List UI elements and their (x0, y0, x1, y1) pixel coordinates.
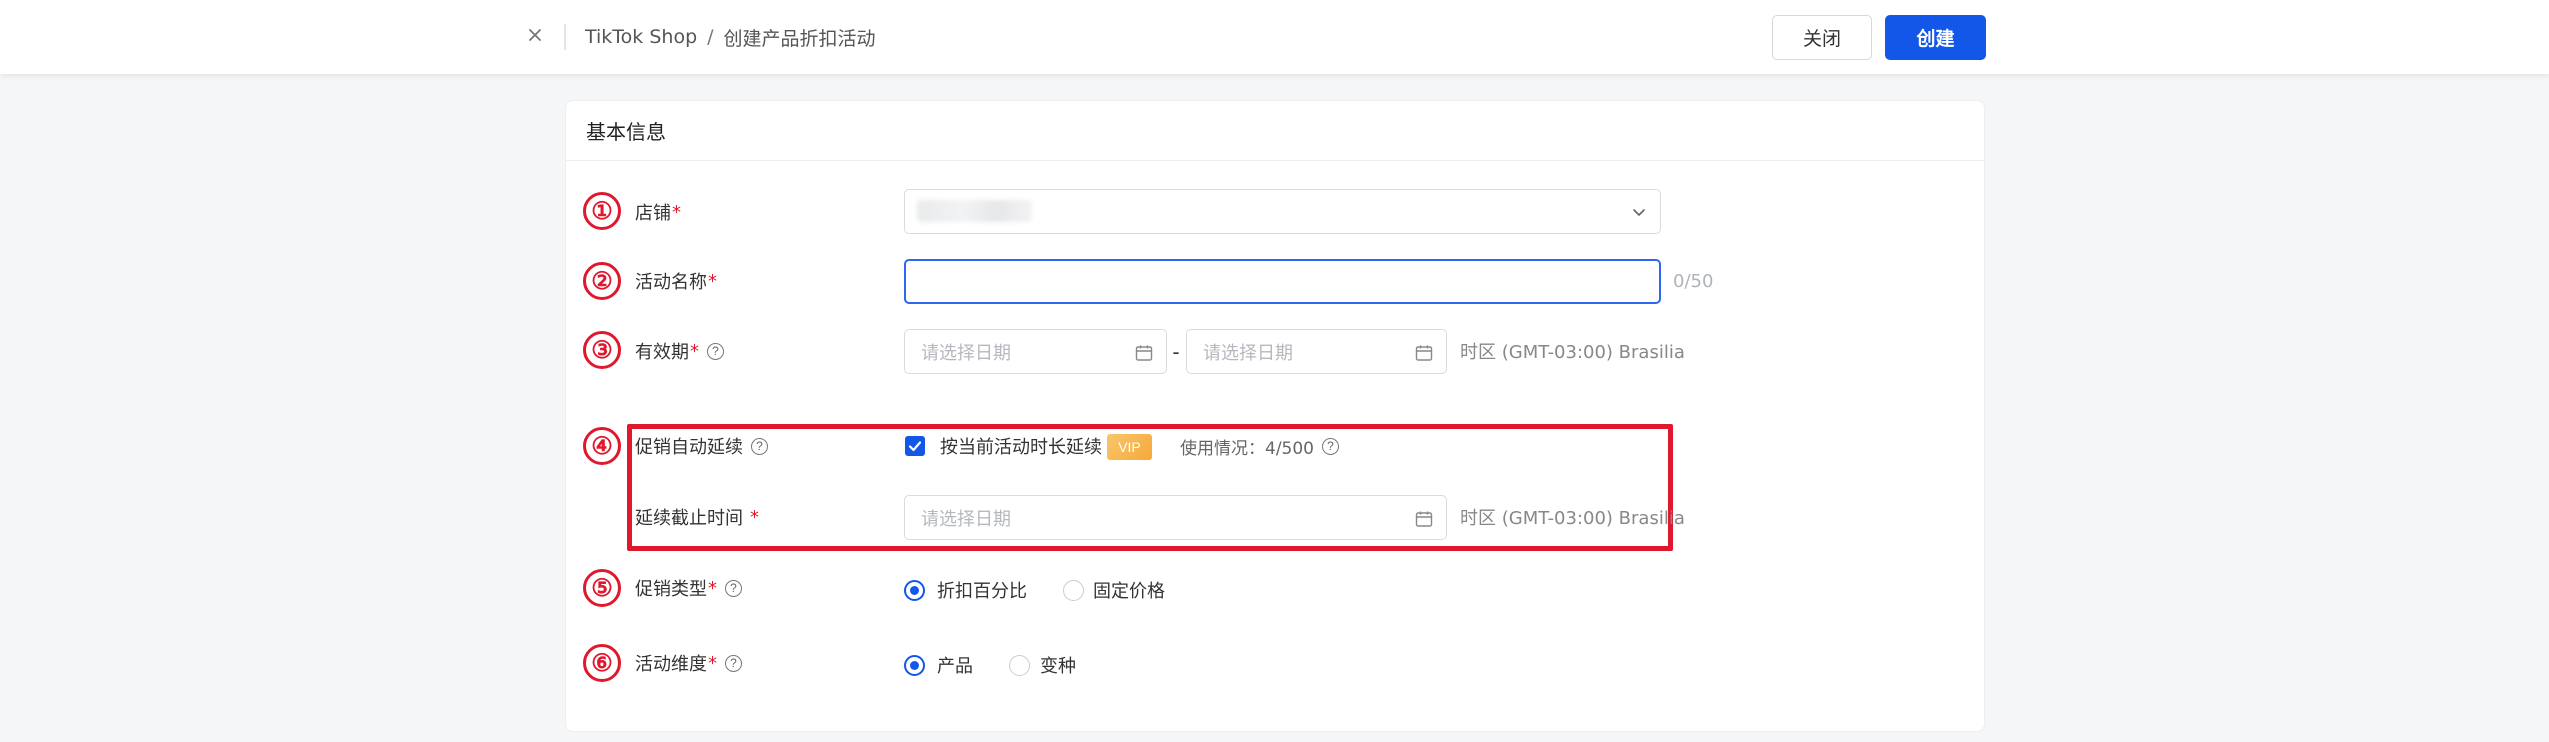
usage-text: 使用情况：4/500 (1180, 438, 1314, 459)
end-date-picker[interactable]: 请选择日期 (1186, 329, 1447, 374)
usage-info: 使用情况：4/500? (1180, 432, 1339, 460)
activity-name-label-text: 活动名称 (635, 272, 707, 293)
option-discount-percent[interactable]: 折扣百分比 (937, 576, 1027, 604)
end-date-placeholder: 请选择日期 (1203, 342, 1293, 364)
help-icon[interactable]: ? (1322, 437, 1339, 455)
create-button[interactable]: 创建 (1885, 15, 1986, 60)
help-icon[interactable]: ? (751, 437, 768, 455)
option-product[interactable]: 产品 (937, 651, 973, 679)
help-icon[interactable]: ? (707, 342, 724, 360)
timezone-label: 时区 (GMT-03:00) Brasilia (1460, 342, 1685, 363)
radio-product[interactable] (904, 655, 925, 676)
required-mark: * (750, 506, 759, 528)
start-date-placeholder: 请选择日期 (921, 342, 1011, 364)
radio-fixed-price[interactable] (1063, 580, 1084, 601)
chevron-down-icon (1633, 209, 1645, 216)
vip-badge: VIP (1107, 434, 1152, 460)
required-mark: * (708, 270, 717, 292)
close-icon[interactable] (522, 22, 548, 48)
step-marker-4: ④ (583, 427, 621, 465)
step-marker-6: ⑥ (583, 644, 621, 682)
required-mark: * (708, 577, 717, 599)
step-marker-3: ③ (583, 331, 621, 369)
auto-extend-option-label[interactable]: 按当前活动时长延续 (940, 432, 1102, 460)
extend-deadline-label-text: 延续截止时间 (635, 508, 743, 529)
check-icon (908, 441, 922, 452)
step-marker-1: ① (583, 192, 621, 230)
validity-period-label: 有效期 *? (635, 337, 724, 365)
radio-variant[interactable] (1009, 655, 1030, 676)
activity-name-input[interactable] (904, 259, 1661, 304)
help-icon[interactable]: ? (725, 579, 742, 597)
option-variant[interactable]: 变种 (1040, 651, 1076, 679)
dimension-label: 活动维度 *? (635, 649, 742, 677)
activity-name-label: 活动名称 * (635, 267, 717, 295)
dimension-label-text: 活动维度 (635, 654, 707, 675)
breadcrumb-root[interactable]: TikTok Shop (585, 26, 697, 48)
top-bar: TikTok Shop / 创建产品折扣活动 关闭 创建 (0, 0, 2549, 74)
step-marker-2: ② (583, 262, 621, 300)
shop-label: 店铺 * (635, 198, 681, 226)
help-icon[interactable]: ? (725, 654, 742, 672)
calendar-icon (1415, 511, 1433, 527)
breadcrumb: TikTok Shop / 创建产品折扣活动 (585, 24, 876, 50)
extend-deadline-label: 延续截止时间 * (635, 503, 759, 531)
card-title: 基本信息 (566, 101, 1984, 161)
breadcrumb-separator: / (707, 26, 714, 48)
char-counter: 0/50 (1673, 270, 1714, 292)
start-date-picker[interactable]: 请选择日期 (904, 329, 1167, 374)
auto-extend-label-text: 促销自动延续 (635, 437, 743, 458)
auto-extend-label: 促销自动延续? (635, 432, 768, 460)
blurred-shop-value (917, 200, 1032, 222)
close-button[interactable]: 关闭 (1772, 15, 1872, 60)
header-divider (564, 24, 566, 50)
promo-type-label: 促销类型 *? (635, 574, 742, 602)
required-mark: * (672, 201, 681, 223)
required-mark: * (708, 652, 717, 674)
promo-type-label-text: 促销类型 (635, 579, 707, 600)
shop-select[interactable] (904, 189, 1661, 234)
option-fixed-price[interactable]: 固定价格 (1093, 576, 1165, 604)
required-mark: * (690, 340, 699, 362)
radio-discount-percent[interactable] (904, 580, 925, 601)
extend-deadline-placeholder: 请选择日期 (921, 508, 1011, 530)
date-range-dash: - (1172, 340, 1180, 364)
calendar-icon (1135, 345, 1153, 361)
shop-label-text: 店铺 (635, 203, 671, 224)
extend-deadline-picker[interactable]: 请选择日期 (904, 495, 1447, 540)
breadcrumb-current: 创建产品折扣活动 (723, 27, 876, 50)
auto-extend-checkbox[interactable] (905, 436, 925, 456)
calendar-icon (1415, 345, 1433, 361)
validity-period-label-text: 有效期 (635, 342, 689, 363)
step-marker-5: ⑤ (583, 569, 621, 607)
timezone-label: 时区 (GMT-03:00) Brasilia (1460, 508, 1685, 529)
